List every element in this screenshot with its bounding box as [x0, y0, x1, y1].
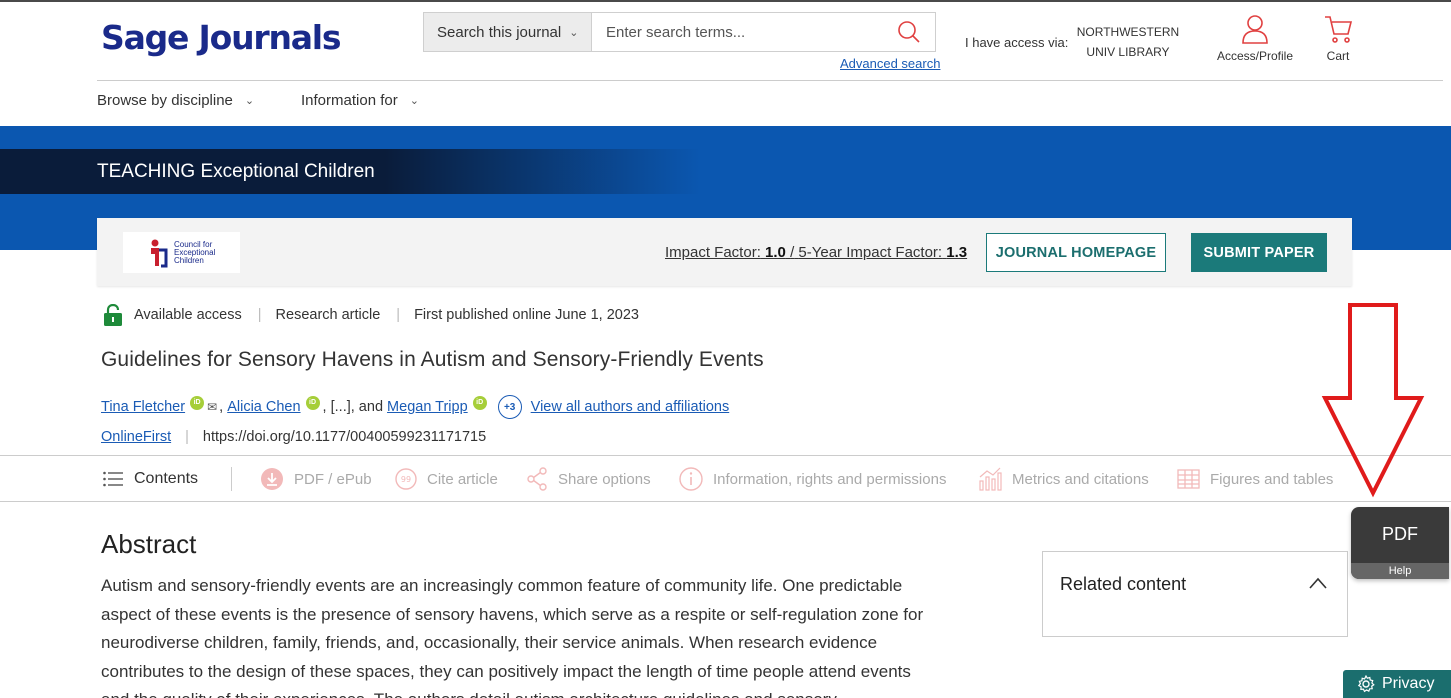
orcid-icon[interactable]: iD	[472, 396, 487, 410]
publish-date: First published online June 1, 2023	[414, 307, 639, 323]
info-icon	[679, 467, 703, 491]
browse-label: Browse by discipline	[97, 92, 233, 109]
author-link[interactable]: Tina Fletcher	[101, 399, 185, 415]
cec-logo-text: Council for Exceptional Children	[174, 240, 215, 265]
view-all-authors-link[interactable]: View all authors and affiliations	[531, 399, 730, 415]
gear-icon	[1357, 675, 1375, 693]
header-divider	[97, 80, 1443, 81]
impact-factor-separator: /	[790, 244, 795, 261]
chevron-up-icon[interactable]	[1308, 575, 1328, 591]
five-year-impact-label: 5-Year Impact Factor:	[798, 244, 943, 261]
contents-label: Contents	[134, 470, 199, 487]
cec-logo[interactable]: Council for Exceptional Children	[123, 232, 240, 273]
meta-separator: |	[257, 307, 262, 323]
more-authors-badge[interactable]: +3	[497, 395, 522, 419]
impact-factor-value: 1.0	[765, 244, 786, 261]
search-scope-dropdown[interactable]: Search this journal ⌄	[423, 12, 592, 52]
online-first-link[interactable]: OnlineFirst	[101, 429, 171, 445]
cart-label: Cart	[1326, 49, 1350, 63]
open-lock-icon	[104, 304, 122, 326]
search-input[interactable]	[591, 12, 936, 52]
article-type: Research article	[275, 307, 381, 323]
doi-text[interactable]: https://doi.org/10.1177/0040059923117171…	[203, 429, 486, 445]
institution-line-2: UNIV LIBRARY	[1086, 45, 1170, 59]
figures-tables-label: Figures and tables	[1210, 470, 1334, 488]
pdf-help-widget[interactable]: PDF Help	[1351, 507, 1449, 579]
user-icon	[1242, 15, 1268, 44]
privacy-button[interactable]: Privacy	[1343, 670, 1451, 698]
access-profile-button[interactable]: Access/Profile	[1210, 14, 1300, 63]
metrics-citations-label: Metrics and citations	[1012, 470, 1149, 488]
cite-article-button[interactable]: 99 Cite article	[395, 465, 498, 493]
list-icon	[103, 471, 123, 487]
article-meta: Available access | Research article | Fi…	[103, 304, 639, 326]
information-for-menu[interactable]: Information for ⌄	[301, 92, 419, 109]
author-list: Tina Fletcher iD ✉, Alicia Chen iD, [...…	[101, 395, 729, 419]
related-content-title: Related content	[1060, 574, 1187, 594]
abstract-text: Autism and sensory-friendly events are a…	[101, 576, 924, 698]
doi-line: OnlineFirst | https://doi.org/10.1177/00…	[101, 429, 486, 445]
meta-separator: |	[396, 307, 401, 323]
cite-icon: 99	[395, 468, 417, 490]
journal-homepage-button[interactable]: JOURNAL HOMEPAGE	[986, 233, 1166, 272]
orcid-icon[interactable]: iD	[190, 396, 205, 410]
article-title: Guidelines for Sensory Havens in Autism …	[101, 348, 764, 371]
authors-ellipsis[interactable]: [...], and	[331, 399, 383, 415]
info-label: Information for	[301, 92, 398, 109]
abstract-heading: Abstract	[101, 529, 197, 559]
meta-separator: |	[185, 429, 189, 445]
red-arrow-annotation	[1321, 303, 1425, 498]
access-profile-label: Access/Profile	[1216, 49, 1294, 63]
cec-logo-line-3: Children	[174, 255, 204, 265]
submit-paper-button[interactable]: SUBMIT PAPER	[1191, 233, 1327, 272]
figures-tables-button[interactable]: Figures and tables	[1177, 465, 1333, 493]
cec-logo-icon	[151, 239, 168, 267]
pdf-epub-button[interactable]: PDF / ePub	[260, 465, 372, 493]
cart-button[interactable]: Cart	[1316, 14, 1360, 63]
top-border	[0, 0, 1451, 2]
access-status: Available access	[134, 307, 242, 323]
privacy-label: Privacy	[1382, 675, 1435, 692]
institution-name[interactable]: NORTHWESTERN UNIV LIBRARY	[1072, 22, 1184, 62]
information-rights-button[interactable]: Information, rights and permissions	[679, 465, 946, 493]
orcid-icon[interactable]: iD	[305, 396, 320, 410]
toolbar-divider	[231, 467, 232, 491]
search-icon[interactable]	[897, 20, 921, 44]
chevron-down-icon: ⌄	[409, 95, 419, 107]
journal-title[interactable]: TEACHING Exceptional Children	[97, 161, 375, 183]
svg-text:99: 99	[401, 475, 411, 484]
chevron-down-icon: ⌄	[244, 95, 255, 107]
pdf-epub-label: PDF / ePub	[294, 470, 372, 488]
pdf-widget-label: PDF	[1382, 524, 1418, 544]
browse-by-discipline-menu[interactable]: Browse by discipline ⌄	[97, 92, 254, 109]
cite-article-label: Cite article	[427, 470, 498, 488]
mail-icon[interactable]: ✉	[207, 400, 217, 414]
share-options-label: Share options	[558, 470, 651, 488]
share-options-button[interactable]: Share options	[526, 465, 651, 493]
chevron-down-icon: ⌄	[569, 26, 579, 39]
metrics-citations-button[interactable]: Metrics and citations	[978, 465, 1149, 493]
bar-chart-icon	[979, 467, 1002, 491]
access-label: I have access via:	[965, 35, 1069, 50]
author-link[interactable]: Alicia Chen	[227, 399, 300, 415]
institution-line-1: NORTHWESTERN	[1076, 25, 1180, 39]
advanced-search-link[interactable]: Advanced search	[840, 56, 940, 71]
sage-journals-logo[interactable]: Sage Journals	[101, 18, 342, 57]
pdf-help-label[interactable]: Help	[1351, 563, 1449, 579]
impact-factor-label: Impact Factor:	[665, 244, 761, 261]
download-icon	[261, 468, 283, 490]
toolbar-top-border	[0, 455, 1451, 456]
table-icon	[1177, 469, 1200, 489]
share-icon	[527, 467, 547, 491]
toolbar-bottom-border	[0, 501, 1451, 502]
author-link[interactable]: Megan Tripp	[387, 399, 468, 415]
five-year-impact-value: 1.3	[946, 244, 968, 261]
contents-button[interactable]: Contents	[103, 465, 198, 493]
search-scope-label: Search this journal	[437, 23, 562, 41]
impact-factor[interactable]: Impact Factor: 1.0 / 5-Year Impact Facto…	[665, 244, 967, 261]
cart-icon	[1325, 16, 1353, 43]
information-rights-label: Information, rights and permissions	[713, 470, 947, 488]
